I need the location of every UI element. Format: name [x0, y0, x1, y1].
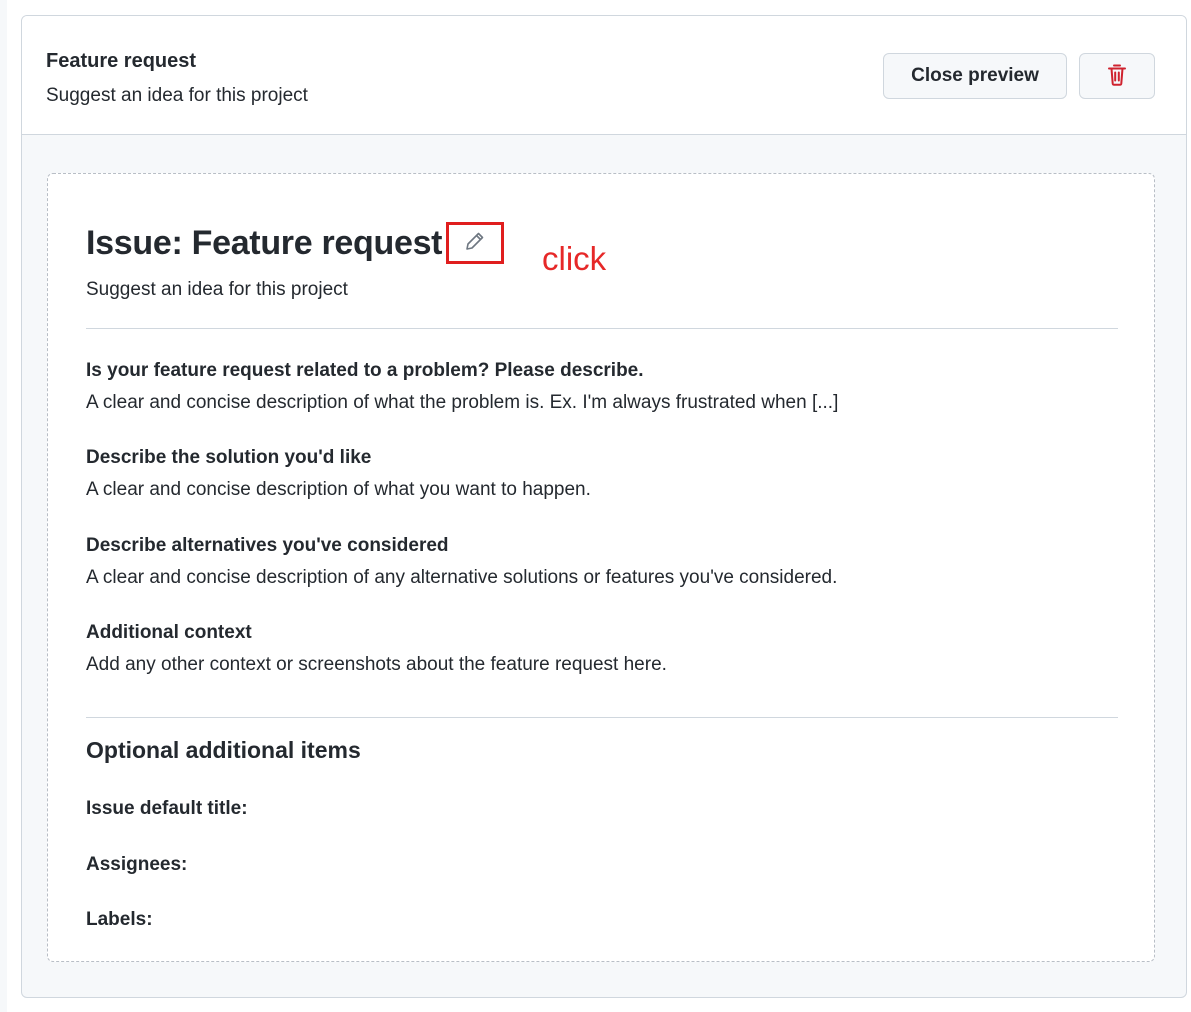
section-body: A clear and concise description of what … — [86, 479, 591, 500]
edit-title-button[interactable] — [446, 222, 505, 264]
issue-title-row: Issue: Feature request — [86, 220, 505, 266]
section-title: Describe the solution you'd like — [86, 447, 372, 468]
pencil-icon — [465, 231, 485, 256]
section-context: Additional context Add any other context… — [86, 621, 1126, 677]
template-title: Feature request — [46, 50, 197, 72]
issue-title: Issue: Feature request — [86, 223, 443, 262]
click-annotation: click — [542, 240, 607, 277]
section-title: Describe alternatives you've considered — [86, 535, 449, 556]
delete-button[interactable] — [1079, 53, 1155, 99]
template-subtitle: Suggest an idea for this project — [46, 85, 308, 106]
template-header: Feature request Suggest an idea for this… — [22, 16, 1186, 135]
template-card: Feature request Suggest an idea for this… — [21, 15, 1187, 998]
section-title: Additional context — [86, 622, 252, 643]
close-preview-button[interactable]: Close preview — [883, 53, 1067, 99]
section-body: A clear and concise description of any a… — [86, 567, 838, 588]
section-problem: Is your feature request related to a pro… — [86, 359, 1126, 415]
assignees-label: Assignees: — [86, 854, 188, 875]
section-alternatives: Describe alternatives you've considered … — [86, 534, 1126, 590]
issue-subtitle: Suggest an idea for this project — [86, 279, 348, 300]
divider — [86, 717, 1118, 718]
issue-preview: Issue: Feature request click Suggest an … — [47, 173, 1155, 962]
section-title: Is your feature request related to a pro… — [86, 360, 644, 381]
page-background: Feature request Suggest an idea for this… — [7, 0, 1191, 1012]
divider — [86, 328, 1118, 329]
default-title-label: Issue default title: — [86, 798, 248, 819]
labels-label: Labels: — [86, 909, 153, 930]
section-body: Add any other context or screenshots abo… — [86, 654, 667, 675]
section-solution: Describe the solution you'd like A clear… — [86, 446, 1126, 502]
section-body: A clear and concise description of what … — [86, 392, 839, 413]
trash-icon — [1107, 64, 1127, 89]
optional-items-heading: Optional additional items — [86, 737, 361, 763]
